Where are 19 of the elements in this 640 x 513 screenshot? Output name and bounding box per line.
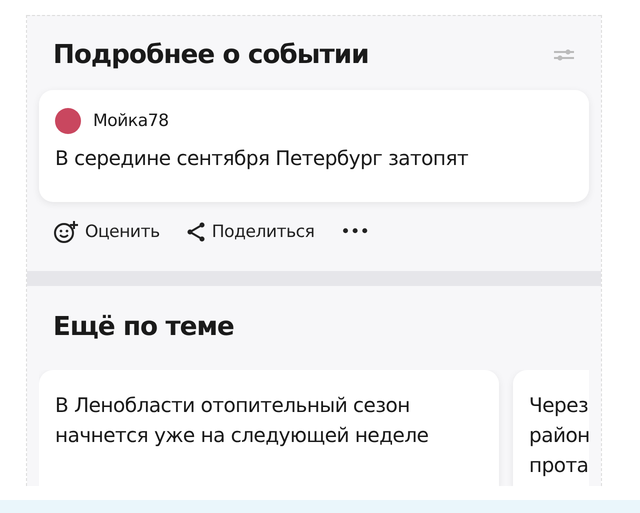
smiley-plus-icon bbox=[53, 220, 79, 244]
headline: В середине сентября Петербург затопят bbox=[55, 146, 470, 170]
source-name: Мойка78 bbox=[93, 111, 169, 131]
source-card[interactable]: Мойка78 В середине сентября Петербург затопят bbox=[39, 90, 589, 202]
news-card[interactable]: В Ленобласти отопительный сезон начнется уже на следующей неделе bbox=[39, 370, 499, 486]
rate-button[interactable]: Оценить bbox=[53, 220, 160, 244]
news-text: начнется уже на следующей неделе bbox=[55, 422, 430, 448]
settings-icon[interactable] bbox=[553, 47, 575, 63]
news-text: прота bbox=[529, 452, 589, 478]
section-title: Ещё по теме bbox=[53, 312, 235, 342]
more-button[interactable]: ••• bbox=[340, 222, 370, 242]
share-button[interactable]: Поделиться bbox=[186, 222, 315, 242]
news-text: Через bbox=[529, 392, 589, 418]
section-title: Подробнее о событии bbox=[53, 40, 369, 70]
news-text: район bbox=[529, 422, 589, 448]
news-text: В Ленобласти отопительный сезон bbox=[55, 392, 411, 418]
news-card[interactable]: Через район прота bbox=[513, 370, 589, 486]
share-icon bbox=[186, 222, 206, 242]
source-logo-icon bbox=[55, 108, 81, 134]
